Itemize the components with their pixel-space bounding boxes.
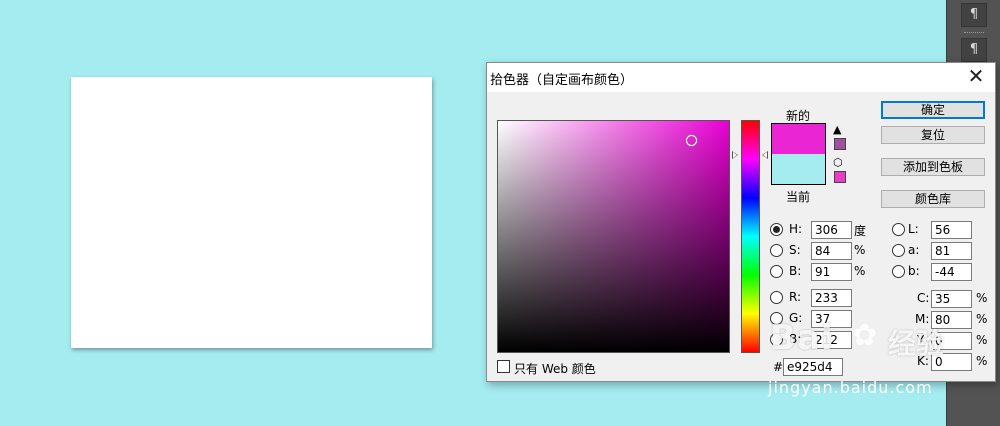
web-safe-cube-icon[interactable]: ⬡	[833, 157, 843, 168]
hue-unit: 度	[854, 224, 867, 238]
out-of-gamut-warning-icon[interactable]: ▲	[833, 124, 841, 135]
a-channel-input[interactable]: 81	[931, 242, 972, 260]
brightness-unit: %	[854, 264, 866, 278]
b-channel-label: b:	[908, 264, 920, 278]
cyan-label: C:	[917, 291, 930, 305]
hue-label: H:	[789, 222, 803, 236]
magenta-unit: %	[976, 312, 988, 326]
web-safe-swatch[interactable]	[834, 171, 846, 183]
web-colors-only-checkbox[interactable]	[497, 360, 510, 373]
radio-a-channel[interactable]	[892, 244, 905, 257]
dialog-title: 拾色器（自定画布颜色）	[490, 73, 634, 88]
baidu-jingyan-watermark: Bai ✿ 经验 jingyan.baidu.com	[768, 318, 960, 413]
color-picker-circle[interactable]	[686, 135, 697, 146]
lightness-label: L:	[908, 222, 919, 236]
dialog-titlebar[interactable]: 拾色器（自定画布颜色） ✕	[487, 63, 995, 92]
watermark-brand: 经验	[888, 327, 945, 360]
a-channel-label: a:	[908, 243, 920, 257]
radio-b-channel[interactable]	[892, 265, 905, 278]
radio-hue[interactable]	[770, 223, 783, 236]
brightness-label: B:	[789, 264, 802, 278]
color-field[interactable]	[497, 120, 730, 353]
web-colors-only-label: 只有 Web 颜色	[514, 362, 596, 376]
hue-slider-left-arrow[interactable]	[732, 151, 738, 159]
watermark-logo: Bai	[770, 318, 834, 358]
new-color-label: 新的	[786, 109, 811, 123]
paragraph-styles-icon[interactable]: ¶	[961, 38, 987, 62]
black-unit: %	[976, 354, 988, 368]
cyan-unit: %	[976, 291, 988, 305]
gamut-correction-swatch[interactable]	[834, 138, 846, 150]
radio-saturation[interactable]	[770, 244, 783, 257]
color-libraries-button[interactable]: 颜色库	[881, 190, 985, 208]
close-icon[interactable]: ✕	[963, 66, 989, 88]
ok-button[interactable]: 确定	[881, 101, 985, 119]
cyan-input[interactable]: 35	[931, 290, 972, 308]
saturation-label: S:	[789, 243, 801, 257]
panel-grip[interactable]	[964, 32, 984, 34]
saturation-input[interactable]: 84	[811, 242, 852, 260]
hue-input[interactable]: 306	[811, 221, 852, 239]
watermark-url: jingyan.baidu.com	[768, 378, 933, 397]
new-color-swatch	[771, 123, 826, 154]
saturation-unit: %	[854, 243, 866, 257]
b-channel-input[interactable]: -44	[931, 263, 972, 281]
radio-red[interactable]	[770, 291, 783, 304]
current-color-label: 当前	[786, 190, 811, 204]
red-label: R:	[789, 290, 802, 304]
hue-slider[interactable]	[741, 120, 760, 353]
hue-slider-right-arrow[interactable]	[762, 151, 768, 159]
radio-brightness[interactable]	[770, 265, 783, 278]
lightness-input[interactable]: 56	[931, 221, 972, 239]
radio-lightness[interactable]	[892, 223, 905, 236]
reset-button[interactable]: 复位	[881, 126, 985, 144]
current-color-swatch[interactable]	[771, 154, 826, 185]
brightness-input[interactable]: 91	[811, 263, 852, 281]
document-canvas[interactable]	[71, 77, 432, 348]
red-input[interactable]: 233	[811, 289, 852, 307]
add-to-swatches-button[interactable]: 添加到色板	[881, 158, 985, 176]
yellow-unit: %	[976, 333, 988, 347]
pilcrow-icon[interactable]: ¶	[961, 3, 987, 27]
paw-icon: ✿	[852, 318, 878, 353]
